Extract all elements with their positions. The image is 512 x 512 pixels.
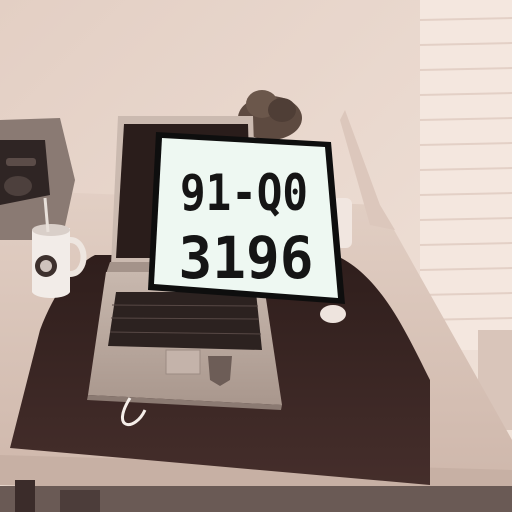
plate-line-1: 91-Q0 <box>180 164 308 222</box>
photo-scene: 91-Q0 3196 <box>0 0 512 512</box>
photo-canvas: 91-Q0 3196 <box>0 0 512 512</box>
desk-phone <box>0 118 75 240</box>
license-plate: 91-Q0 3196 <box>148 132 345 304</box>
plate-line-2: 3196 <box>179 224 314 292</box>
mouse <box>320 305 346 323</box>
